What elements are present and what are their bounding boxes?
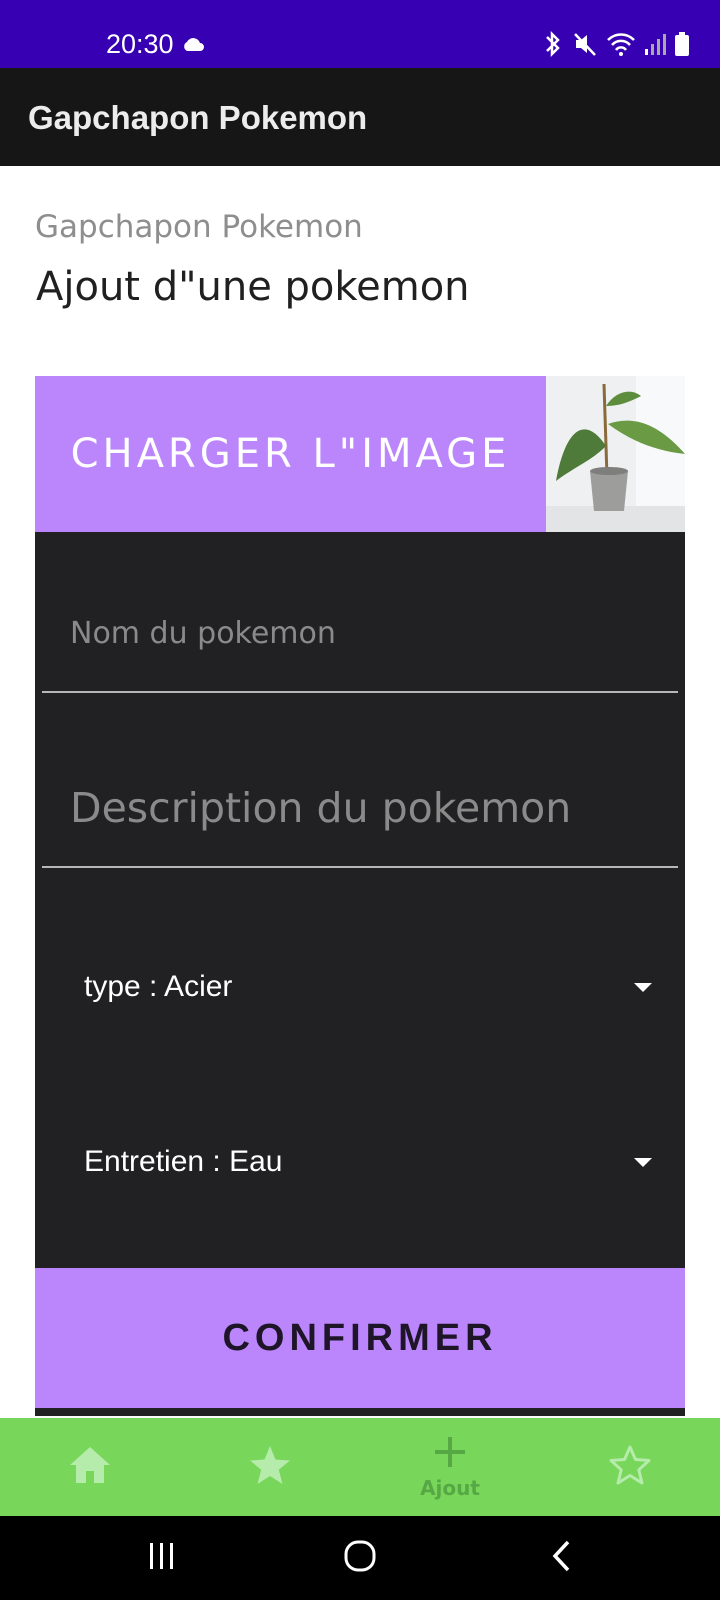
pokemon-description-field[interactable]: Description du pokemon	[42, 760, 678, 868]
star-icon	[248, 1444, 292, 1491]
recents-icon	[146, 1540, 178, 1577]
cloud-icon	[181, 36, 205, 57]
back-icon	[550, 1539, 574, 1578]
home-icon	[68, 1445, 112, 1490]
battery-icon	[674, 31, 690, 62]
pokemon-name-placeholder: Nom du pokemon	[70, 616, 336, 651]
chevron-down-icon	[634, 1158, 652, 1167]
care-select[interactable]: Entretien : Eau	[35, 1133, 685, 1193]
status-bar: 20:30	[0, 0, 720, 68]
type-select-value: type : Acier	[84, 970, 233, 1003]
status-time: 20:30	[106, 29, 174, 59]
back-button[interactable]	[532, 1534, 592, 1582]
nav-item-add[interactable]: Ajout	[400, 1418, 500, 1516]
page-title: Ajout d"une pokemon	[36, 264, 470, 310]
nav-item-add-label: Ajout	[420, 1475, 480, 1500]
chevron-down-icon	[634, 983, 652, 992]
form-card	[35, 376, 685, 1416]
pokemon-name-field[interactable]: Nom du pokemon	[42, 596, 678, 693]
pokemon-description-placeholder: Description du pokemon	[70, 784, 572, 832]
bottom-navigation: Ajout	[0, 1418, 720, 1516]
recents-button[interactable]	[132, 1534, 192, 1582]
app-bar-title: Gapchapon Pokemon	[28, 99, 368, 136]
type-select[interactable]: type : Acier	[35, 958, 685, 1018]
mute-icon	[572, 30, 598, 63]
care-select-value: Entretien : Eau	[84, 1145, 283, 1178]
page-subtitle: Gapchapon Pokemon	[35, 209, 363, 245]
confirm-button[interactable]: CONFIRMER	[35, 1268, 685, 1408]
home-circle-icon	[343, 1539, 377, 1578]
status-icons	[542, 30, 690, 63]
signal-icon	[644, 32, 666, 61]
system-navigation	[0, 1516, 720, 1600]
system-home-button[interactable]	[330, 1534, 390, 1582]
plant-photo	[546, 376, 685, 532]
nav-item-stars[interactable]	[580, 1418, 680, 1516]
wifi-icon	[606, 31, 636, 62]
bluetooth-icon	[542, 30, 564, 63]
nav-item-home[interactable]	[40, 1418, 140, 1516]
nav-item-favorites[interactable]	[220, 1418, 320, 1516]
app-bar: Gapchapon Pokemon	[0, 68, 720, 166]
load-image-button[interactable]: CHARGER L"IMAGE	[35, 376, 546, 532]
plus-icon	[432, 1435, 468, 1474]
star-outline-icon	[608, 1444, 652, 1491]
image-preview	[546, 376, 685, 532]
